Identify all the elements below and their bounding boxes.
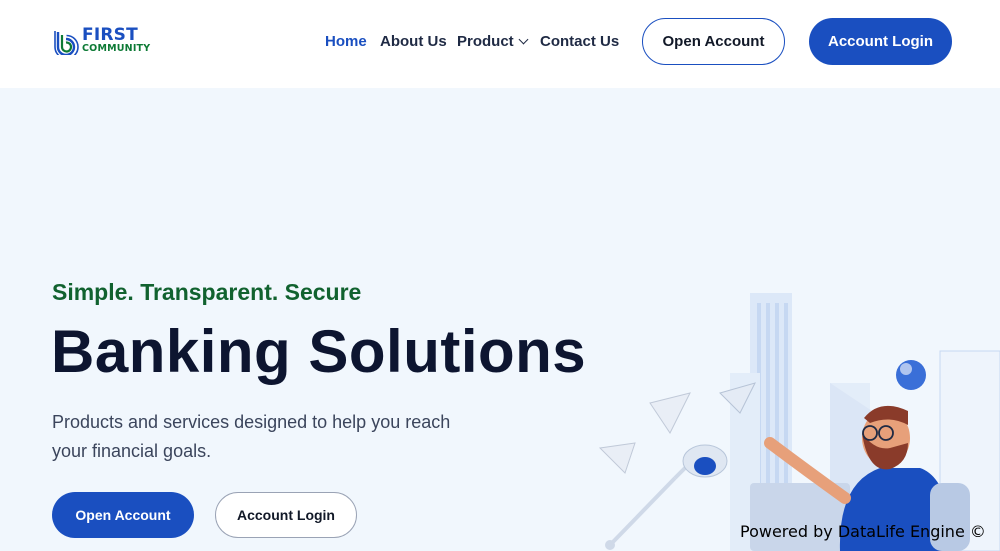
hero-tagline: Simple. Transparent. Secure <box>52 279 362 305</box>
logo-text-first: FIRST <box>82 25 138 45</box>
nav-home[interactable]: Home <box>325 32 367 52</box>
logo-mark-icon <box>54 31 79 55</box>
hero-subtext: Products and services designed to help y… <box>52 412 451 461</box>
footer-credit[interactable]: Powered by DataLife Engine © <box>740 522 986 541</box>
chevron-down-icon <box>518 34 529 45</box>
desk-lamp <box>608 476 677 547</box>
hero-headline: Banking Solutions <box>51 318 587 385</box>
nav-product-label: Product <box>457 33 514 50</box>
nav-contact-us[interactable]: Contact Us <box>540 32 619 52</box>
hero-account-login-button[interactable]: Account Login <box>215 492 357 538</box>
header-account-login-button[interactable]: Account Login <box>809 18 952 65</box>
header-open-account-button[interactable]: Open Account <box>642 18 785 65</box>
logo[interactable]: FIRST COMMUNITY <box>54 27 159 57</box>
hero-open-account-button[interactable]: Open Account <box>52 492 194 538</box>
hero-section: Simple. Transparent. Secure Banking Solu… <box>0 88 1000 551</box>
nav-product[interactable]: Product <box>457 32 529 52</box>
site-header: FIRST COMMUNITY Home About Us Product Co… <box>0 0 1000 88</box>
lightbulb-icon <box>896 360 926 390</box>
logo-text-community: COMMUNITY <box>82 43 151 54</box>
nav-about-us[interactable]: About Us <box>380 32 447 52</box>
banking-illustration <box>598 293 1000 551</box>
